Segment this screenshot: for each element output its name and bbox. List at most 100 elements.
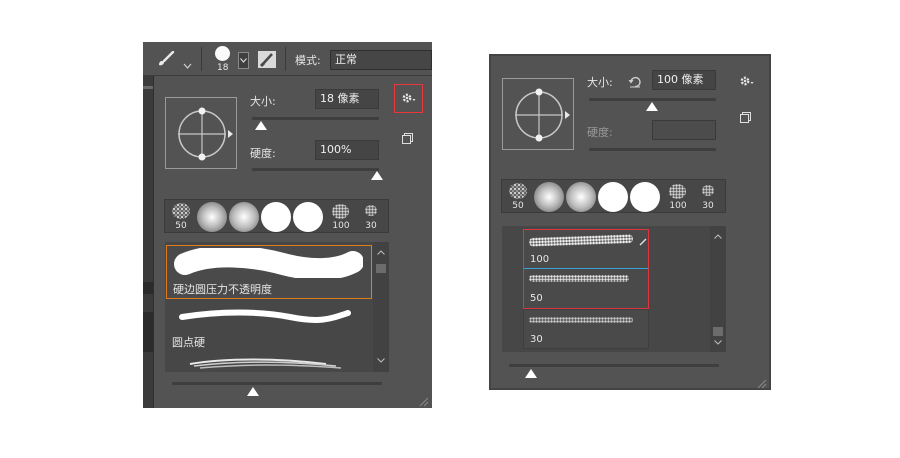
- options-toolbar: 18 模式: 正常: [143, 42, 432, 76]
- size-label: 大小:: [250, 95, 276, 108]
- reset-icon[interactable]: [628, 73, 642, 92]
- recent-brush-tips: 50 100 30: [501, 179, 726, 213]
- mode-select[interactable]: 正常: [330, 50, 432, 70]
- brush-tip-hard[interactable]: [598, 182, 628, 212]
- brush-tip-size: 30: [365, 221, 377, 231]
- spatter-icon: [365, 205, 377, 216]
- brush-preset-dropdown[interactable]: [238, 52, 249, 69]
- brush-name: 圆点硬: [172, 336, 205, 349]
- side-tab[interactable]: [143, 312, 153, 352]
- spatter-stroke-preview: [528, 234, 634, 247]
- chevron-down-icon[interactable]: [183, 54, 192, 73]
- brush-tip-spatter[interactable]: 50: [169, 202, 193, 232]
- hardness-input[interactable]: 100%: [315, 140, 379, 160]
- new-preset-icon[interactable]: [402, 129, 413, 148]
- chevron-down-icon[interactable]: [714, 340, 722, 345]
- brush-tip-size: 100: [332, 221, 350, 231]
- brush-preset-picker[interactable]: 18: [209, 45, 237, 73]
- brush-tip-size: 100: [669, 201, 687, 211]
- brush-list-item[interactable]: 硬边圆压力不透明度: [166, 245, 372, 299]
- size-label: 大小:: [587, 76, 613, 89]
- brush-tip-size: 30: [702, 201, 714, 211]
- brush-list-item[interactable]: 50: [523, 269, 649, 309]
- preview-size-slider-thumb[interactable]: [525, 369, 537, 378]
- hardness-label: 硬度:: [587, 126, 613, 139]
- settings-gear-button[interactable]: [394, 84, 423, 113]
- brush-list-scrollbar[interactable]: [373, 242, 389, 372]
- size-slider-thumb[interactable]: [255, 121, 267, 130]
- brush-angle-preview[interactable]: [502, 78, 574, 150]
- spatter-icon: [669, 184, 686, 199]
- brush-tip-spatter[interactable]: 100: [666, 182, 690, 212]
- brush-tip-hard[interactable]: [261, 202, 291, 232]
- spatter-icon: [509, 183, 527, 199]
- brush-tip-spatter[interactable]: 30: [359, 202, 383, 232]
- brush-tip-hard[interactable]: [630, 182, 660, 212]
- brush-stroke-preview: [189, 358, 342, 369]
- brush-tip-spatter[interactable]: 30: [696, 182, 720, 212]
- mode-label: 模式:: [295, 54, 321, 67]
- chevron-up-icon[interactable]: [377, 250, 385, 255]
- toolbar-divider: [201, 47, 202, 71]
- size-slider-thumb[interactable]: [646, 102, 658, 111]
- size-input[interactable]: 100 像素: [652, 70, 716, 90]
- hardness-slider-track[interactable]: [252, 168, 379, 171]
- preview-size-slider-thumb[interactable]: [247, 387, 259, 396]
- resize-grip-icon[interactable]: [755, 374, 767, 393]
- brush-list-item[interactable]: 圆点硬: [166, 300, 372, 354]
- brush-size-value: 18: [217, 63, 229, 73]
- brush-size-label: 50: [530, 293, 543, 304]
- brush-tool-icon[interactable]: [157, 50, 175, 71]
- brush-list: 硬边圆压力不透明度 圆点硬: [165, 242, 389, 372]
- brush-list-item[interactable]: [166, 352, 372, 372]
- brush-name: 硬边圆压力不透明度: [173, 283, 272, 296]
- size-slider-track[interactable]: [252, 117, 379, 120]
- brush-tip-soft[interactable]: [534, 182, 564, 212]
- brush-tip-soft[interactable]: [566, 182, 596, 212]
- brush-stroke-preview: [179, 309, 351, 323]
- scrollbar-thumb[interactable]: [376, 264, 386, 273]
- brush-list-scrollbar[interactable]: [710, 226, 726, 352]
- gear-icon[interactable]: [739, 73, 755, 92]
- toolbar-divider: [285, 47, 286, 71]
- new-preset-icon[interactable]: [740, 108, 751, 127]
- brush-list-item[interactable]: 100: [523, 229, 649, 269]
- resize-grip-icon[interactable]: [417, 392, 429, 411]
- gear-icon: [401, 90, 417, 109]
- hardness-label: 硬度:: [250, 147, 276, 160]
- spatter-icon: [172, 203, 190, 219]
- recent-brush-tips: 50 100 30: [164, 199, 389, 233]
- brush-list-item[interactable]: 30: [523, 309, 649, 349]
- hardness-input[interactable]: [652, 120, 716, 140]
- brush-settings-toggle[interactable]: [257, 50, 277, 69]
- size-input[interactable]: 18 像素: [315, 89, 379, 109]
- chevron-up-icon[interactable]: [714, 234, 722, 239]
- brush-stroke-preview: [174, 248, 363, 278]
- brush-angle-preview[interactable]: [165, 97, 237, 169]
- brush-tip-spatter[interactable]: 50: [506, 182, 530, 212]
- side-tab[interactable]: [143, 86, 153, 89]
- brush-list: 100 50 30: [502, 226, 726, 352]
- size-slider-track[interactable]: [589, 98, 716, 101]
- chevron-down-icon: [240, 58, 247, 63]
- scrollbar-thumb[interactable]: [713, 327, 723, 336]
- brush-tip-soft[interactable]: [197, 202, 227, 232]
- angle-roundness-icon: [515, 88, 570, 142]
- brush-tip-hard[interactable]: [293, 202, 323, 232]
- brush-size-label: 30: [530, 334, 543, 345]
- edit-pencil-icon[interactable]: [639, 231, 647, 250]
- hardness-slider-track[interactable]: [589, 148, 716, 151]
- spatter-icon: [702, 185, 714, 196]
- spatter-stroke-preview: [529, 275, 629, 282]
- chevron-down-icon[interactable]: [377, 358, 385, 363]
- left-side-strip: [143, 76, 153, 408]
- brush-preset-panel: 大小: 18 像素 硬度: 100% 50 100 30 硬边圆压力不透明度 圆…: [153, 76, 432, 408]
- preview-size-slider-track[interactable]: [172, 382, 382, 385]
- side-tab[interactable]: [143, 282, 153, 294]
- spatter-icon: [332, 204, 349, 219]
- brush-tip-spatter[interactable]: 100: [329, 202, 353, 232]
- brush-tip-soft[interactable]: [229, 202, 259, 232]
- hardness-slider-thumb[interactable]: [371, 171, 383, 180]
- right-brush-panel: 大小: 100 像素 硬度: 50 100 30 100 50 30: [489, 54, 771, 390]
- preview-size-slider-track[interactable]: [509, 364, 719, 367]
